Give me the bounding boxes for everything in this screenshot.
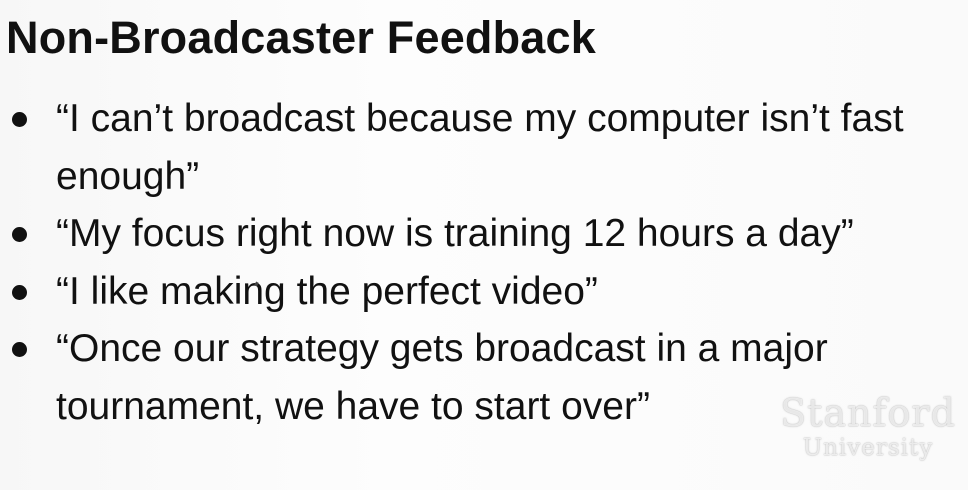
bullet-text: “My focus right now is training 12 hours… xyxy=(56,212,854,255)
bullet-text: “I can’t broadcast because my computer i… xyxy=(56,97,904,198)
bullet-dot-icon xyxy=(12,284,27,300)
bullet-dot-icon xyxy=(12,342,27,357)
slide-title: Non-Broadcaster Feedback xyxy=(6,12,596,63)
slide: Non-Broadcaster Feedback “I can’t broadc… xyxy=(0,0,968,490)
bullet-dot-icon xyxy=(12,112,27,127)
bullet-item: “I can’t broadcast because my computer i… xyxy=(0,90,916,205)
bullet-dot-icon xyxy=(12,227,27,242)
bullet-item: “My focus right now is training 12 hours… xyxy=(0,205,916,263)
watermark-line1: Stanford xyxy=(780,391,956,435)
bullet-list: “I can’t broadcast because my computer i… xyxy=(0,90,968,435)
stanford-university-watermark: Stanford University xyxy=(778,392,958,462)
bullet-text: “I like making the perfect video” xyxy=(56,269,598,313)
bullet-item: “I like making the perfect video” xyxy=(0,263,916,321)
watermark-line2: University xyxy=(802,435,934,461)
bullet-text: “Once our strategy gets broadcast in a m… xyxy=(56,327,828,428)
